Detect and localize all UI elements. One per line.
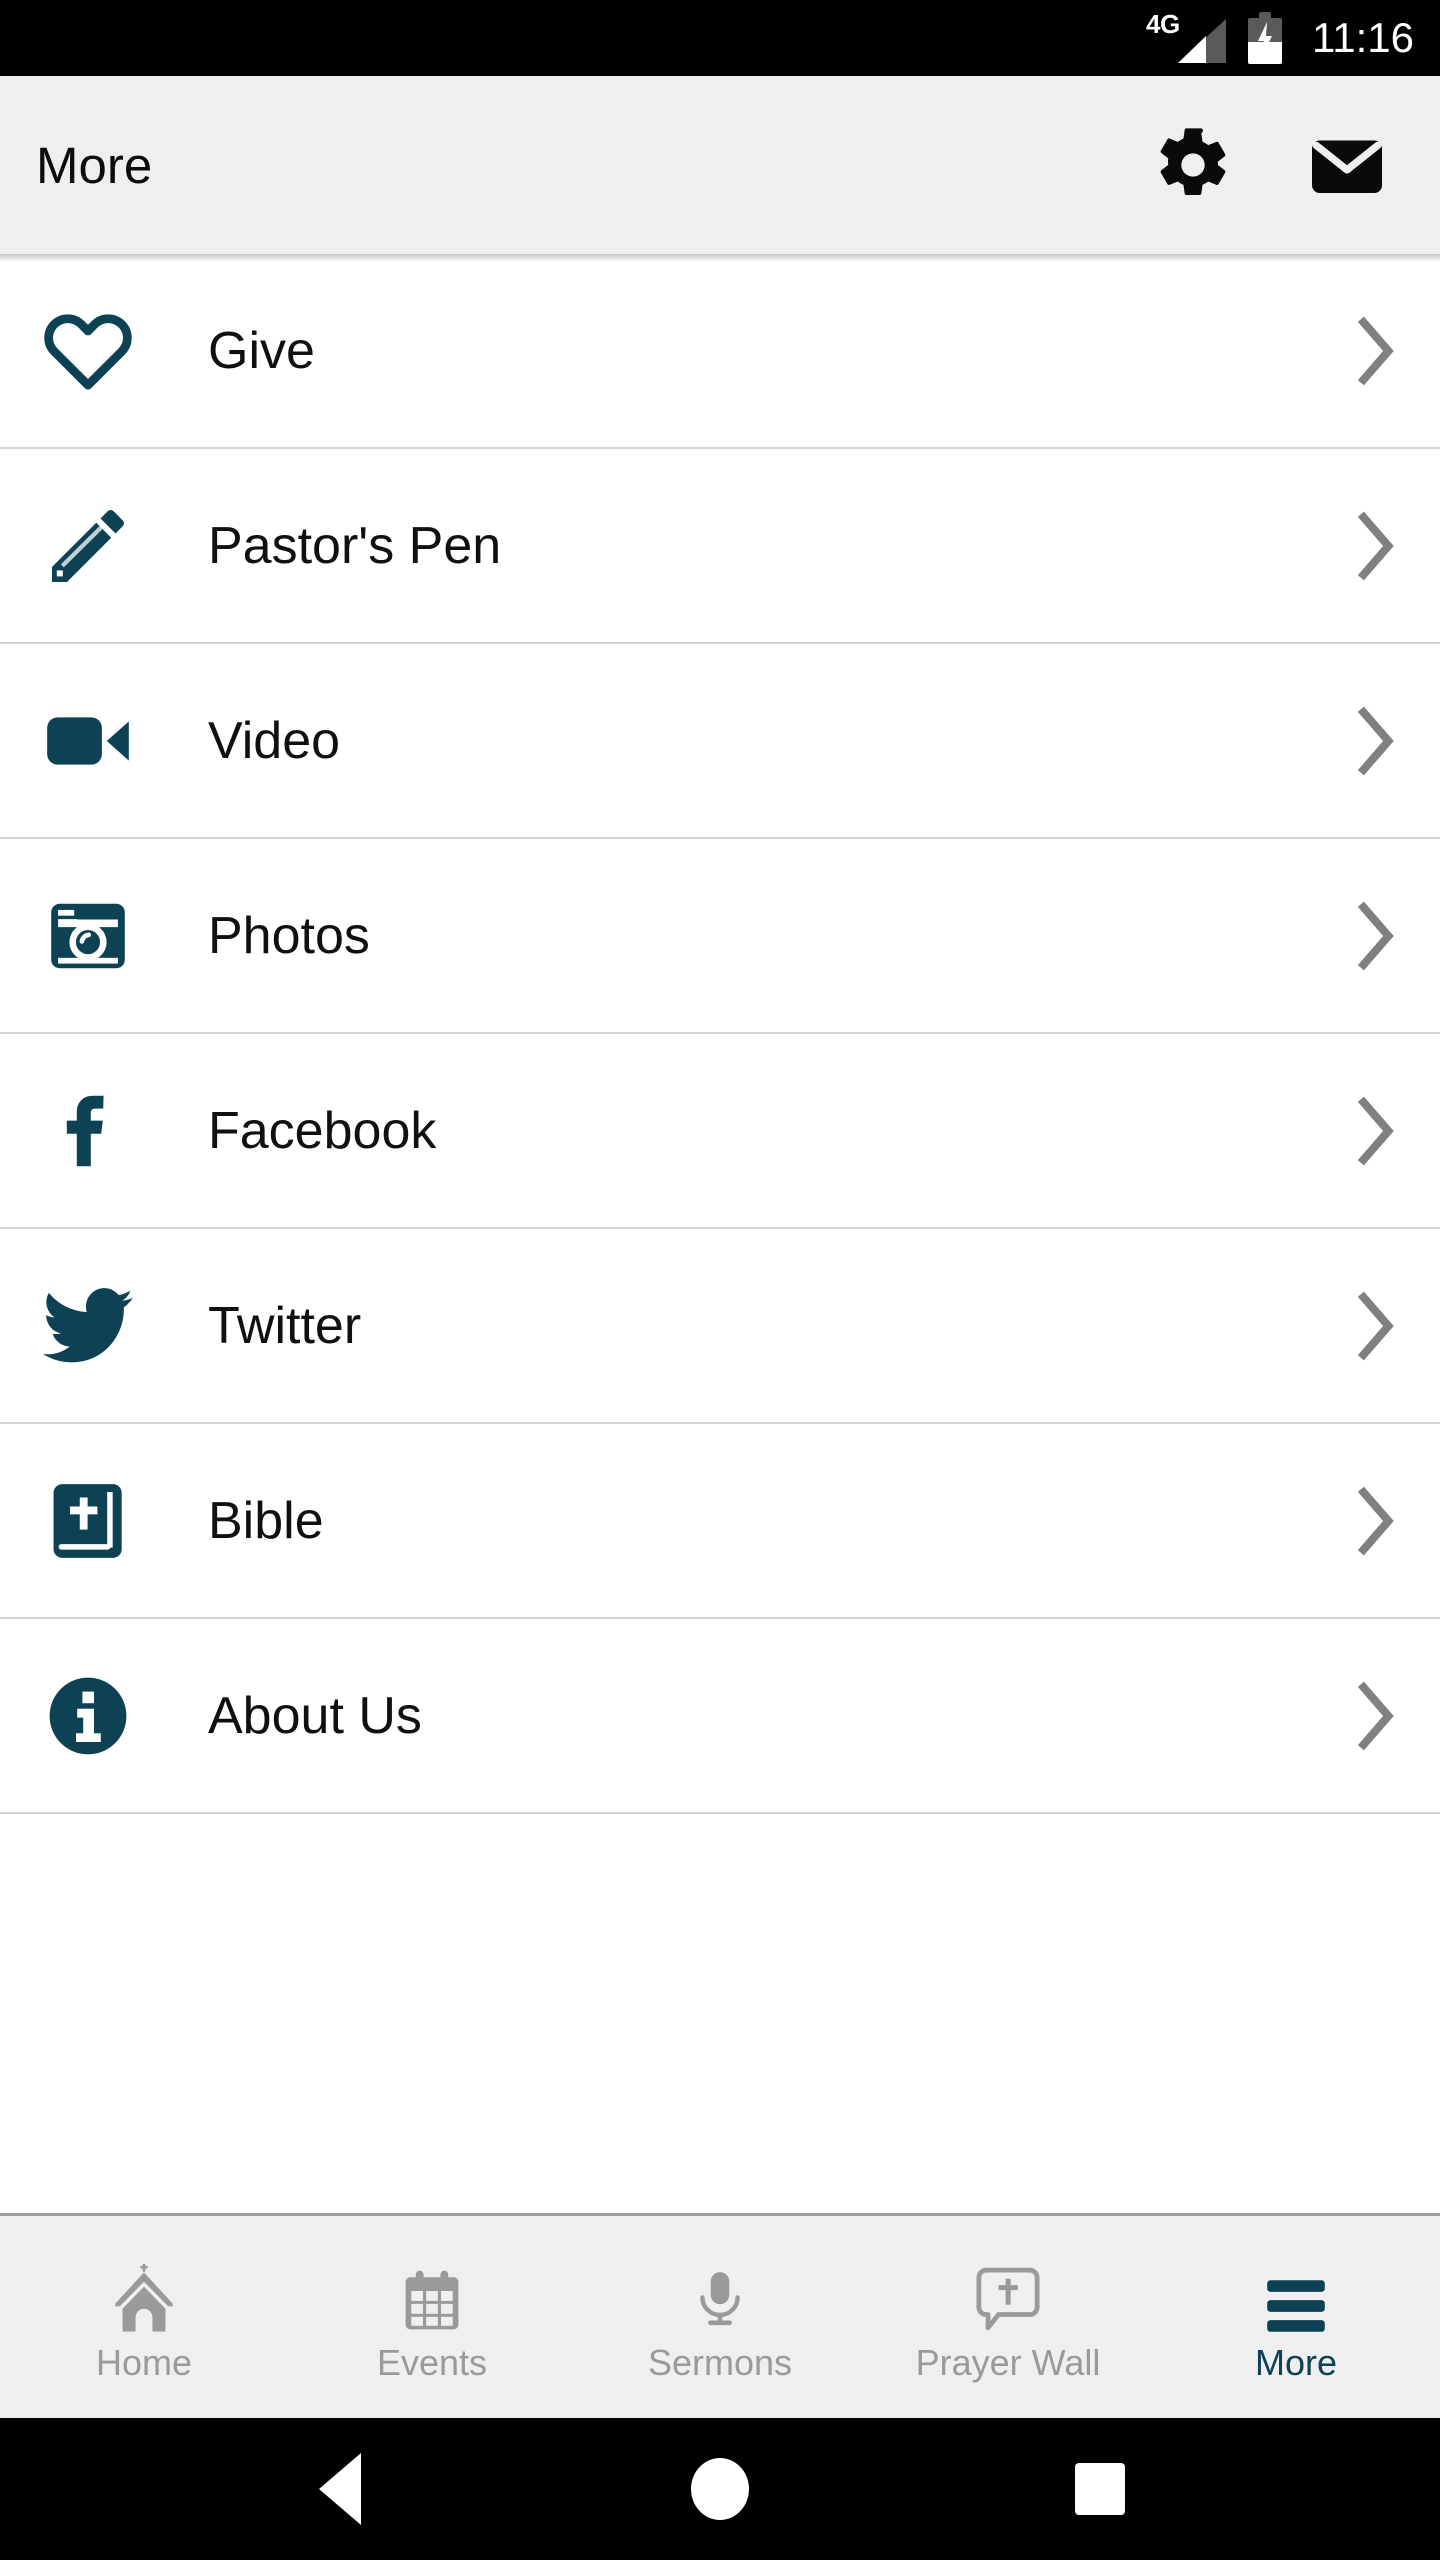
chevron-right-icon [1346, 1485, 1404, 1557]
status-bar-icons: 4G 11:16 [1146, 11, 1414, 64]
gear-icon [1160, 128, 1226, 195]
list-item-label: About Us [208, 1686, 422, 1745]
list-item-pastors-pen[interactable]: Pastor's Pen [0, 449, 1440, 644]
facebook-icon [36, 1079, 140, 1183]
tab-events[interactable]: Events [288, 2216, 576, 2418]
charging-bolt-icon [1258, 22, 1272, 56]
status-bar: 4G 11:16 [0, 0, 1440, 76]
twitter-bird-icon [36, 1274, 140, 1378]
chevron-right-icon [1346, 510, 1404, 582]
list-item-bible[interactable]: Bible [0, 1424, 1440, 1619]
list-item-facebook[interactable]: Facebook [0, 1034, 1440, 1229]
tab-more[interactable]: More [1152, 2216, 1440, 2418]
camera-icon [36, 884, 140, 988]
list-item-about-us[interactable]: About Us [0, 1619, 1440, 1814]
info-circle-icon [36, 1664, 140, 1768]
microphone-icon [679, 2253, 761, 2339]
recents-button[interactable] [1040, 2429, 1160, 2549]
chevron-right-icon [1346, 1095, 1404, 1167]
hamburger-icon [1255, 2253, 1337, 2339]
page-title: More [36, 136, 153, 194]
list-item-label: Pastor's Pen [208, 516, 502, 575]
tab-prayer-wall[interactable]: Prayer Wall [864, 2216, 1152, 2418]
network-type-label: 4G [1146, 9, 1180, 39]
list-item-photos[interactable]: Photos [0, 839, 1440, 1034]
chevron-right-icon [1346, 900, 1404, 972]
tab-label: Home [95, 2342, 193, 2383]
list-item-label: Facebook [208, 1101, 437, 1160]
more-menu-list: Give Pastor's Pen Video Photos Facebook … [0, 254, 1440, 2213]
list-item-label: Bible [208, 1491, 324, 1550]
list-item-label: Give [208, 321, 315, 380]
tab-label: Sermons [647, 2342, 793, 2383]
clock-label: 11:16 [1312, 14, 1414, 61]
church-icon [103, 2253, 185, 2339]
envelope-icon [1312, 140, 1382, 193]
home-button[interactable] [660, 2429, 780, 2549]
list-item-label: Photos [208, 906, 370, 965]
back-triangle-icon [319, 2453, 361, 2525]
header-actions [1150, 122, 1400, 208]
list-item-label: Video [208, 711, 341, 770]
pencil-icon [36, 494, 140, 598]
recents-square-icon [1075, 2463, 1125, 2515]
list-item-twitter[interactable]: Twitter [0, 1229, 1440, 1424]
chevron-right-icon [1346, 315, 1404, 387]
bottom-tab-bar: Home Events Sermons Prayer Wall More [0, 2213, 1440, 2418]
tab-home[interactable]: Home [0, 2216, 288, 2418]
list-item-label: Twitter [208, 1296, 362, 1355]
phone-screen: 4G 11:16 More Give Pastor's Pen Video Ph… [0, 0, 1440, 2560]
chevron-right-icon [1346, 705, 1404, 777]
bible-book-icon [36, 1469, 140, 1573]
battery-charging-icon [1248, 12, 1282, 64]
tab-label: Events [376, 2342, 488, 2383]
android-navigation-bar [0, 2418, 1440, 2560]
tab-label: More [1254, 2342, 1338, 2383]
list-item-video[interactable]: Video [0, 644, 1440, 839]
settings-button[interactable] [1150, 122, 1236, 208]
video-camera-icon [36, 689, 140, 793]
tab-sermons[interactable]: Sermons [576, 2216, 864, 2418]
calendar-icon [391, 2253, 473, 2339]
back-button[interactable] [280, 2429, 400, 2549]
tab-label: Prayer Wall [915, 2342, 1101, 2383]
signal-triangle-fill [1178, 36, 1206, 63]
chevron-right-icon [1346, 1680, 1404, 1752]
home-circle-icon [691, 2458, 749, 2520]
app-header: More [0, 76, 1440, 262]
mail-button[interactable] [1304, 122, 1390, 208]
chevron-right-icon [1346, 1290, 1404, 1362]
speech-cross-icon [967, 2253, 1049, 2339]
heart-outline-icon [36, 299, 140, 403]
list-item-give[interactable]: Give [0, 254, 1440, 449]
signal-bars-icon: 4G [1146, 11, 1226, 63]
